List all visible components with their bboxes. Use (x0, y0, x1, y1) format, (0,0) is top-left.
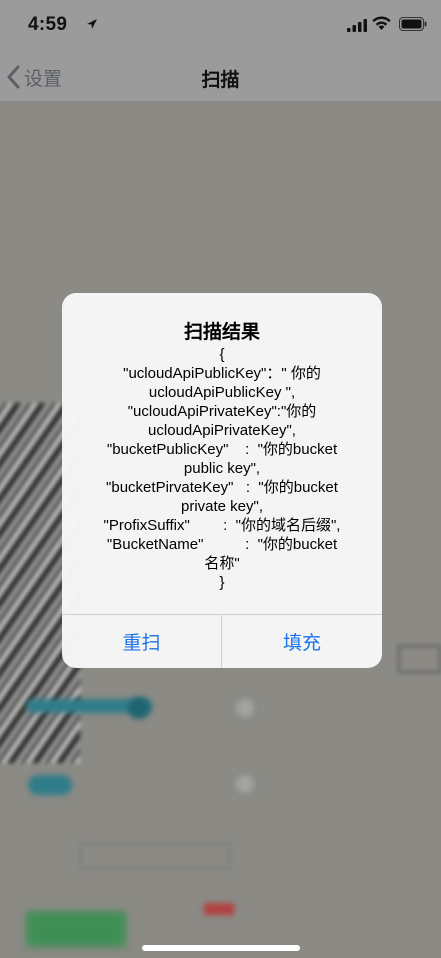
camera-blurred-field (80, 843, 230, 869)
alert-message: { "ucloudApiPublicKey"：" 你的 ucloudApiPub… (84, 345, 360, 592)
alert-message-line: "ProfixSuffix" : "你的域名后缀", (103, 517, 341, 534)
scan-result-alert: 扫描结果 { "ucloudApiPublicKey"：" 你的 ucloudA… (62, 293, 382, 668)
camera-blurred-box (398, 645, 441, 673)
status-time: 4:59 (28, 14, 68, 35)
alert-message-line: ucloudApiPrivateKey", (148, 422, 296, 439)
alert-message-line: 名称" (204, 555, 240, 572)
alert-message-line: { (219, 346, 225, 363)
rescan-button[interactable]: 重扫 (62, 615, 221, 668)
status-bar: 4:59 (0, 0, 441, 52)
camera-blurred-red-badge (204, 903, 234, 915)
camera-blurred-dot (236, 699, 254, 717)
battery-icon (399, 17, 427, 31)
home-indicator[interactable] (142, 945, 300, 951)
alert-message-line: } (219, 574, 225, 591)
camera-blurred-dot (128, 697, 150, 719)
alert-message-line: public key", (183, 460, 261, 477)
camera-blurred-dot (236, 775, 254, 793)
alert-message-line: "BucketName" : "你的bucket (106, 536, 338, 553)
camera-blurred-green-button (26, 911, 126, 947)
navigation-bar: 设置 扫描 (0, 52, 441, 102)
alert-message-line: "bucketPublicKey" : "你的bucket (106, 441, 338, 458)
fill-button[interactable]: 填充 (222, 615, 382, 668)
cellular-signal-icon (347, 19, 367, 32)
alert-message-line: private key", (180, 498, 264, 515)
location-arrow-icon (87, 19, 97, 29)
alert-message-line: ucloudApiPublicKey ", (148, 384, 296, 401)
wifi-icon (372, 16, 391, 30)
alert-message-line: "ucloudApiPublicKey"：" 你的 (123, 365, 321, 382)
alert-title: 扫描结果 (183, 322, 260, 343)
alert-message-line: "bucketPirvateKey" : "你的bucket (106, 479, 338, 496)
page-title: 扫描 (201, 70, 240, 91)
alert-message-line: "ucloudApiPrivateKey":"你的 (127, 403, 317, 420)
camera-blurred-toggle (28, 775, 72, 795)
